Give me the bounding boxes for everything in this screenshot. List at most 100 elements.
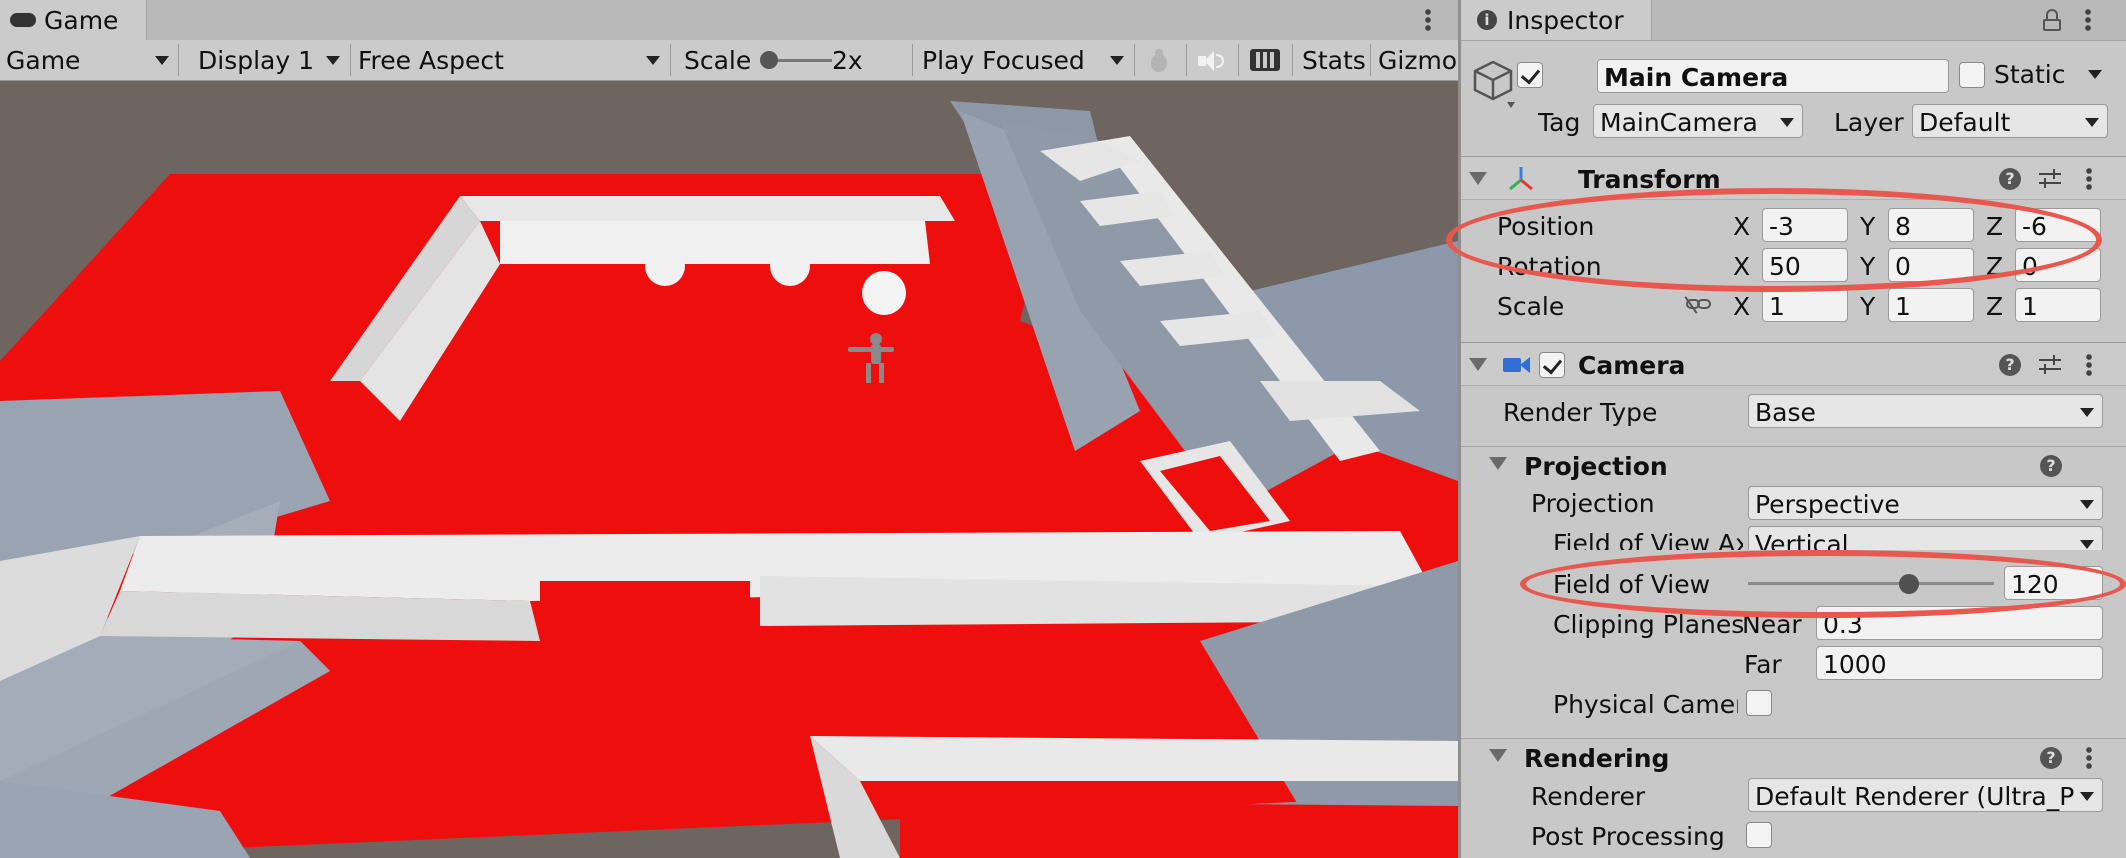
axis-y-label[interactable]: Y [1860, 294, 1875, 319]
inspector-tab[interactable]: i Inspector [1461, 0, 1652, 40]
bug-icon[interactable] [1146, 48, 1172, 74]
fov-slider-thumb[interactable] [1899, 574, 1919, 594]
active-checkbox[interactable] [1517, 62, 1543, 88]
near-value: 0.3 [1823, 610, 1863, 639]
inspector-menu-icon[interactable] [2085, 8, 2091, 32]
fov-slider[interactable] [1748, 572, 1994, 596]
camera-icon [1503, 356, 1531, 374]
toolbar-divider [1238, 44, 1239, 76]
render-type-dropdown[interactable]: Base [1748, 394, 2103, 428]
help-icon[interactable]: ? [2040, 747, 2062, 769]
section-menu-icon[interactable] [2086, 746, 2092, 770]
far-value: 1000 [1823, 650, 1887, 679]
toolbar-divider [1370, 44, 1371, 76]
toolbar-divider [670, 44, 671, 76]
collapse-icon[interactable] [1469, 172, 1487, 185]
camera-enabled-checkbox[interactable] [1539, 352, 1565, 378]
display-dropdown[interactable]: Display 1 [186, 40, 350, 80]
position-x-field[interactable]: -3 [1762, 208, 1848, 242]
scale-z-value: 1 [2022, 292, 2038, 321]
aspect-dropdown[interactable]: Free Aspect [352, 40, 670, 80]
chevron-down-icon [1110, 56, 1124, 65]
rotation-z-value: 0 [2022, 252, 2038, 281]
position-y-field[interactable]: 8 [1888, 208, 1974, 242]
lock-icon[interactable] [2043, 9, 2061, 31]
axis-x-label[interactable]: X [1733, 214, 1750, 239]
object-name-input[interactable]: Main Camera [1597, 59, 1949, 93]
help-icon[interactable]: ? [2040, 455, 2062, 477]
game-tab-label: Game [44, 6, 119, 35]
collapse-icon[interactable] [1489, 457, 1507, 470]
audio-mute-icon[interactable] [1196, 48, 1226, 74]
rotation-z-field[interactable]: 0 [2015, 248, 2101, 282]
layer-dropdown[interactable]: Default [1912, 104, 2108, 138]
position-z-field[interactable]: -6 [2015, 208, 2101, 242]
help-icon[interactable]: ? [1999, 168, 2021, 190]
axis-z-label[interactable]: Z [1986, 214, 2003, 239]
info-icon: i [1477, 10, 1497, 30]
chevron-down-icon [2085, 118, 2099, 127]
position-label: Position [1497, 212, 1595, 241]
projection-dropdown[interactable]: Perspective [1748, 486, 2103, 520]
collapse-icon[interactable] [1489, 749, 1507, 762]
projection-section-header[interactable]: Projection ? [1461, 446, 2126, 485]
axis-y-label[interactable]: Y [1860, 254, 1875, 279]
axis-z-label[interactable]: Z [1986, 294, 2003, 319]
axis-z-label[interactable]: Z [1986, 254, 2003, 279]
preset-icon[interactable] [2039, 168, 2061, 190]
rotation-x-field[interactable]: 50 [1762, 248, 1848, 282]
fov-field[interactable]: 120 [2004, 566, 2103, 600]
scale-slider-thumb[interactable] [760, 51, 778, 69]
gizmos-button[interactable]: Gizmos [1372, 40, 1458, 80]
game-tab[interactable]: Game [0, 0, 147, 40]
renderer-value: Default Renderer (Ultra_Pipeline) [1755, 784, 2075, 811]
far-field[interactable]: 1000 [1816, 646, 2103, 680]
position-x-value: -3 [1769, 212, 1794, 241]
gameobject-icon [1473, 58, 1517, 112]
rotation-x-value: 50 [1769, 252, 1801, 281]
fov-label: Field of View [1553, 570, 1711, 599]
game-viewport[interactable] [0, 81, 1458, 858]
scale-label: Scale [1497, 292, 1565, 321]
gamepad-icon [10, 13, 36, 27]
near-field[interactable]: 0.3 [1816, 606, 2103, 640]
play-focus-dropdown[interactable]: Play Focused [914, 40, 1134, 80]
post-processing-label: Post Processing [1531, 822, 1725, 851]
fov-axis-label: Field of View Axis [1553, 529, 1743, 550]
tag-dropdown[interactable]: MainCamera [1593, 104, 1803, 138]
scale-x-field[interactable]: 1 [1762, 288, 1848, 322]
keyboard-icon[interactable] [1250, 49, 1280, 71]
preset-icon[interactable] [2039, 354, 2061, 376]
game-tab-menu-icon[interactable] [1425, 8, 1431, 32]
scale-z-field[interactable]: 1 [2015, 288, 2101, 322]
rendering-section-header[interactable]: Rendering ? [1461, 738, 2126, 777]
toolbar-divider [1134, 44, 1135, 76]
aspect-dropdown-label: Free Aspect [358, 46, 504, 75]
axis-y-label[interactable]: Y [1860, 214, 1875, 239]
scale-y-value: 1 [1895, 292, 1911, 321]
stats-button[interactable]: Stats [1302, 48, 1366, 73]
post-processing-checkbox[interactable] [1746, 822, 1772, 848]
game-tab-bar [0, 0, 1460, 41]
physical-camera-checkbox[interactable] [1746, 690, 1772, 716]
toolbar-divider [1292, 44, 1293, 76]
axis-x-label[interactable]: X [1733, 254, 1750, 279]
mode-dropdown[interactable]: Game [0, 40, 178, 80]
chevron-down-icon [2080, 540, 2094, 549]
transform-header[interactable]: Transform ? [1461, 156, 2126, 200]
axis-x-label[interactable]: X [1733, 294, 1750, 319]
camera-title: Camera [1578, 351, 1686, 380]
static-checkbox[interactable] [1959, 62, 1985, 88]
rotation-y-field[interactable]: 0 [1888, 248, 1974, 282]
collapse-icon[interactable] [1469, 358, 1487, 371]
static-dropdown-icon[interactable] [2088, 70, 2102, 79]
layer-label: Layer [1834, 108, 1904, 137]
renderer-dropdown[interactable]: Default Renderer (Ultra_Pipeline) [1748, 778, 2103, 812]
camera-header[interactable]: Camera ? [1461, 342, 2126, 386]
scale-y-field[interactable]: 1 [1888, 288, 1974, 322]
link-icon[interactable] [1684, 295, 1712, 314]
fov-axis-dropdown[interactable]: Vertical [1748, 526, 2103, 550]
component-menu-icon[interactable] [2086, 353, 2092, 377]
help-icon[interactable]: ? [1999, 354, 2021, 376]
component-menu-icon[interactable] [2086, 167, 2092, 191]
